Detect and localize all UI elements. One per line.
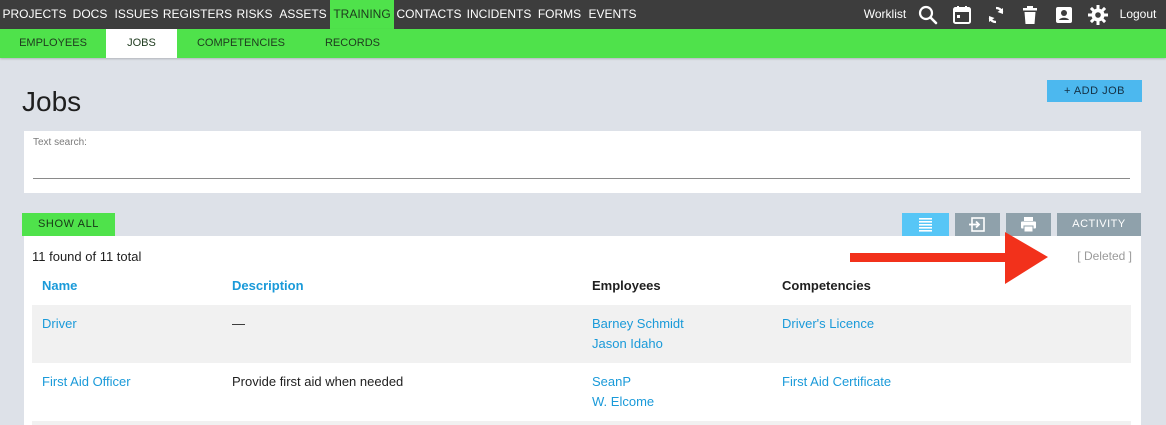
results-panel: 11 found of 11 total [ Deleted ] Name De…	[24, 236, 1141, 425]
job-name-link[interactable]: First Aid Officer	[42, 372, 131, 392]
search-icon[interactable]	[916, 3, 940, 27]
search-label: Text search:	[33, 137, 87, 148]
column-header-employees: Employees	[592, 278, 661, 293]
export-icon	[969, 217, 985, 232]
activity-button[interactable]: ACTIVITY	[1057, 213, 1141, 236]
results-count: 11 found of 11 total	[32, 249, 142, 264]
training-subnav: EMPLOYEES JOBS COMPETENCIES RECORDS	[0, 29, 1166, 58]
nav-forms[interactable]: FORMS	[534, 0, 585, 29]
tab-jobs[interactable]: JOBS	[106, 29, 177, 58]
top-navigation: PROJECTS DOCS ISSUES REGISTERS RISKS ASS…	[0, 0, 1166, 29]
competency-link[interactable]: First Aid Certificate	[782, 372, 891, 392]
job-name-link[interactable]: Driver	[42, 314, 77, 334]
nav-projects[interactable]: PROJECTS	[0, 0, 69, 29]
column-header-competencies: Competencies	[782, 278, 871, 293]
nav-training[interactable]: TRAINING	[330, 0, 394, 29]
tab-records[interactable]: RECORDS	[305, 29, 400, 58]
column-header-description[interactable]: Description	[232, 278, 304, 293]
list-view-icon	[919, 218, 932, 232]
worklist-link[interactable]: Worklist	[855, 0, 915, 29]
calendar-icon[interactable]	[950, 3, 974, 27]
employee-link[interactable]: W. Elcome	[592, 392, 654, 412]
nav-contacts[interactable]: CONTACTS	[394, 0, 464, 29]
employee-link[interactable]: Barney Schmidt	[592, 314, 684, 334]
table-row: First Aid Officer Provide first aid when…	[32, 363, 1131, 421]
gear-icon[interactable]	[1086, 3, 1110, 27]
tab-competencies[interactable]: COMPETENCIES	[185, 29, 297, 58]
tab-employees[interactable]: EMPLOYEES	[8, 29, 98, 58]
page-title: Jobs	[22, 86, 82, 117]
column-header-name[interactable]: Name	[42, 278, 77, 293]
search-panel: Text search:	[24, 131, 1141, 193]
nav-issues[interactable]: ISSUES	[111, 0, 162, 29]
deleted-filter-link[interactable]: [ Deleted ]	[1077, 249, 1132, 263]
logout-link[interactable]: Logout	[1118, 0, 1158, 29]
nav-docs[interactable]: DOCS	[69, 0, 111, 29]
job-description: —	[232, 316, 245, 331]
nav-assets[interactable]: ASSETS	[276, 0, 330, 29]
employee-link[interactable]: Jason Idaho	[592, 334, 663, 354]
table-row-partial	[32, 421, 1131, 425]
nav-risks[interactable]: RISKS	[233, 0, 276, 29]
print-icon	[1021, 217, 1036, 233]
competency-link[interactable]: Driver's Licence	[782, 314, 874, 334]
text-search-input[interactable]	[33, 153, 1130, 179]
sync-icon[interactable]	[984, 3, 1008, 27]
export-button[interactable]	[955, 213, 1000, 236]
job-description: Provide first aid when needed	[232, 374, 404, 389]
employee-link[interactable]: SeanP	[592, 372, 631, 392]
nav-incidents[interactable]: INCIDENTS	[464, 0, 534, 29]
trash-icon[interactable]	[1018, 3, 1042, 27]
contact-card-icon[interactable]	[1052, 3, 1076, 27]
show-all-button[interactable]: SHOW ALL	[22, 213, 115, 236]
list-view-button[interactable]	[902, 213, 949, 236]
table-row: Driver — Barney Schmidt Jason Idaho Driv…	[32, 305, 1131, 363]
nav-registers[interactable]: REGISTERS	[162, 0, 233, 29]
nav-events[interactable]: EVENTS	[585, 0, 640, 29]
add-job-button[interactable]: + ADD JOB	[1047, 80, 1142, 102]
print-button[interactable]	[1006, 213, 1051, 236]
